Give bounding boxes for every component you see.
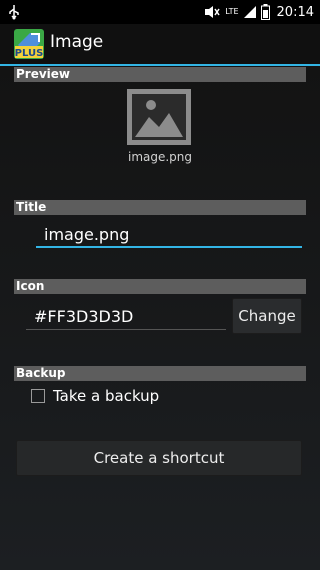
app-icon[interactable]: PLUS xyxy=(14,29,44,59)
change-icon-button[interactable]: Change xyxy=(232,298,302,334)
status-bar: LTE 20:14 xyxy=(0,0,320,24)
app-icon-label: PLUS xyxy=(15,48,44,59)
network-type-label: LTE xyxy=(225,7,239,16)
signal-icon xyxy=(243,6,256,18)
preview-section-header: Preview xyxy=(14,67,306,82)
image-placeholder-icon xyxy=(127,89,191,145)
icon-color-input[interactable] xyxy=(26,304,226,330)
app-title: Image xyxy=(50,32,104,52)
title-input[interactable] xyxy=(36,222,302,248)
backup-section-header: Backup xyxy=(14,366,306,381)
backup-checkbox-label[interactable]: Take a backup xyxy=(53,387,159,405)
title-section-header: Title xyxy=(14,200,306,215)
battery-icon xyxy=(260,4,270,20)
clock: 20:14 xyxy=(276,4,314,20)
create-shortcut-button[interactable]: Create a shortcut xyxy=(16,440,302,476)
icon-section-header: Icon xyxy=(14,279,306,294)
action-bar: PLUS Image xyxy=(0,24,320,66)
preview-file-name: image.png xyxy=(127,150,193,164)
backup-checkbox[interactable] xyxy=(31,389,45,403)
usb-icon xyxy=(9,5,19,20)
mute-icon xyxy=(205,6,220,18)
